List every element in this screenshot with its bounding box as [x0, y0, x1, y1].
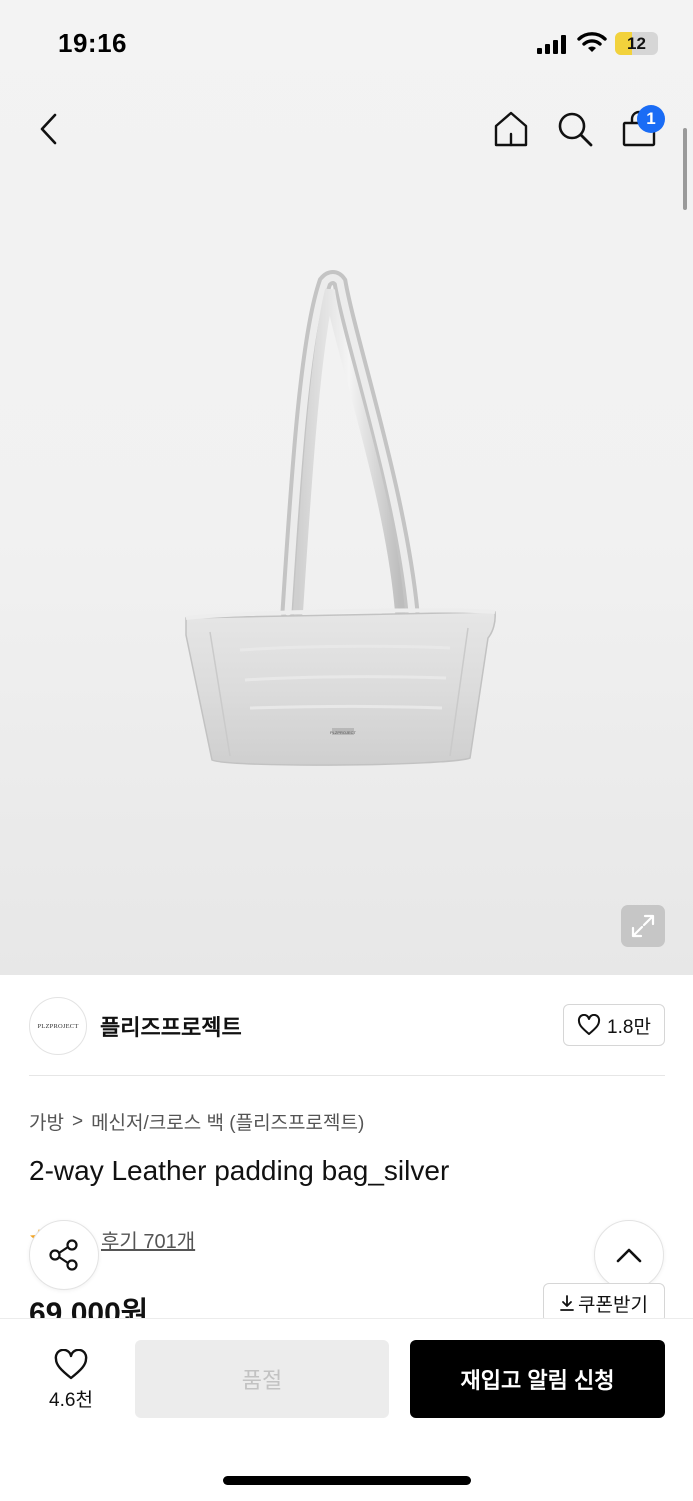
brand-like-button[interactable]: 1.8만: [563, 1004, 665, 1046]
cart-count-badge: 1: [637, 105, 665, 133]
product-photo: PLZPROJECT: [150, 260, 530, 790]
home-icon: [494, 111, 528, 147]
review-link[interactable]: 후기 701개: [101, 1225, 195, 1254]
share-icon: [49, 1239, 78, 1271]
search-icon: [558, 112, 593, 147]
restock-alert-button[interactable]: 재입고 알림 신청: [410, 1340, 665, 1418]
bag-tag-text: PLZPROJECT: [330, 730, 357, 735]
battery-level: 12: [627, 34, 646, 53]
expand-image-button[interactable]: [621, 905, 665, 947]
expand-icon: [631, 914, 655, 938]
wifi-icon: [577, 30, 607, 54]
divider: [29, 1075, 665, 1076]
wishlist-button[interactable]: 4.6천: [32, 1343, 110, 1417]
share-button[interactable]: [29, 1220, 99, 1290]
breadcrumb-category[interactable]: 가방: [29, 1108, 64, 1135]
brand-logo-text: PLZPROJECT: [37, 1022, 79, 1030]
back-button[interactable]: [27, 107, 71, 151]
breadcrumb-subcategory[interactable]: 메신저/크로스 백 (플리즈프로젝트): [91, 1108, 364, 1135]
chevron-up-icon: [616, 1248, 642, 1263]
signal-icon: [537, 34, 569, 54]
wishlist-count: 4.6천: [49, 1389, 93, 1411]
scroll-to-top-button[interactable]: [594, 1220, 664, 1290]
home-button[interactable]: [489, 107, 533, 151]
breadcrumb: 가방 > 메신저/크로스 백 (플리즈프로젝트): [29, 1108, 364, 1135]
soldout-button[interactable]: 품절: [135, 1340, 389, 1418]
brand-name[interactable]: 플리즈프로젝트: [100, 1010, 242, 1042]
battery-icon: 12: [615, 32, 658, 55]
heart-icon: [54, 1348, 88, 1379]
brand-logo[interactable]: PLZPROJECT: [29, 997, 87, 1055]
heart-icon: [578, 1014, 601, 1035]
breadcrumb-separator: >: [71, 1110, 84, 1132]
product-title: 2-way Leather padding bag_silver: [29, 1155, 450, 1186]
search-button[interactable]: [553, 107, 597, 151]
scroll-indicator: [683, 128, 687, 210]
home-indicator: [223, 1476, 471, 1485]
coupon-label: 쿠폰받기: [578, 1294, 648, 1316]
back-arrow-icon: [40, 113, 57, 145]
brand-like-count: 1.8만: [607, 1016, 651, 1038]
coupon-button[interactable]: 쿠폰받기: [543, 1283, 665, 1323]
download-icon: [560, 1295, 574, 1311]
status-time: 19:16: [58, 28, 127, 58]
